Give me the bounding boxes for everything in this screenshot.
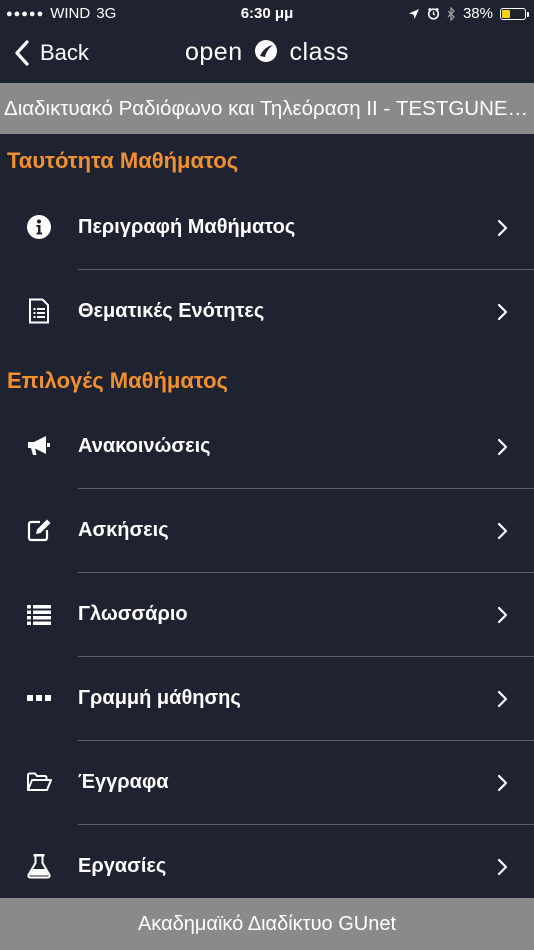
footer-label: Ακαδημαϊκό Διαδίκτυο GUnet	[137, 913, 397, 935]
chevron-right-icon	[497, 219, 508, 237]
navigation-bar: Back open class	[0, 28, 534, 82]
menu-item-thematic-units[interactable]: Θεματικές Ενότητες	[0, 270, 534, 353]
footer-bar: Ακαδημαϊκό Διαδίκτυο GUnet	[0, 898, 534, 950]
section-header-course-identity: Ταυτότητα Μαθήματος	[7, 148, 239, 173]
app-logo: open class	[0, 38, 534, 67]
edit-icon	[27, 519, 51, 542]
status-right: 38%	[408, 5, 529, 22]
menu-item-course-description[interactable]: Περιγραφή Μαθήματος	[0, 186, 534, 269]
logo-mark-icon	[255, 40, 278, 62]
logo-text-open: open	[185, 38, 243, 66]
logo-text-class: class	[289, 38, 349, 66]
battery-percent: 38%	[462, 5, 493, 22]
folder-open-icon	[27, 772, 52, 791]
chevron-right-icon	[497, 774, 508, 792]
menu-item-label: Θεματικές Ενότητες	[78, 300, 265, 322]
info-icon	[27, 215, 51, 239]
menu-item-label: Εργασίες	[78, 855, 167, 877]
menu-item-label: Έγγραφα	[78, 771, 169, 793]
menu-item-assignments[interactable]: Εργασίες	[0, 825, 534, 908]
menu-item-learning-path[interactable]: Γραμμή μάθησης	[0, 657, 534, 740]
alarm-icon	[427, 7, 440, 20]
flask-icon	[27, 854, 51, 879]
menu-item-label: Ανακοινώσεις	[78, 435, 211, 457]
chevron-right-icon	[497, 858, 508, 876]
battery-level	[502, 9, 510, 18]
menu-item-exercises[interactable]: Ασκήσεις	[0, 489, 534, 572]
menu-item-label: Περιγραφή Μαθήματος	[78, 216, 296, 238]
bluetooth-icon	[447, 6, 455, 21]
list-icon	[27, 605, 51, 625]
menu-item-label: Γλωσσάριο	[78, 603, 188, 625]
menu-item-label: Ασκήσεις	[78, 519, 169, 541]
megaphone-icon	[28, 436, 50, 455]
battery-icon	[500, 7, 529, 20]
menu-item-documents[interactable]: Έγγραφα	[0, 741, 534, 824]
menu-item-announcements[interactable]: Ανακοινώσεις	[0, 405, 534, 488]
status-bar: ●●●●● WIND 3G 6:30 μμ 38%	[0, 0, 534, 28]
ellipsis-icon	[27, 695, 51, 701]
chevron-right-icon	[497, 438, 508, 456]
location-arrow-icon	[408, 8, 419, 19]
section-header-course-options: Επιλογές Μαθήματος	[7, 368, 228, 393]
chevron-right-icon	[497, 303, 508, 321]
chevron-right-icon	[497, 522, 508, 540]
menu-item-glossary[interactable]: Γλωσσάριο	[0, 573, 534, 656]
menu-item-label: Γραμμή μάθησης	[78, 687, 241, 709]
chevron-right-icon	[497, 606, 508, 624]
chevron-right-icon	[497, 690, 508, 708]
document-list-icon	[29, 298, 49, 324]
course-title-bar: Διαδικτυακό Ραδιόφωνο και Τηλεόραση ΙΙ -…	[0, 83, 534, 134]
course-title: Διαδικτυακό Ραδιόφωνο και Τηλεόραση ΙΙ -…	[4, 97, 530, 120]
